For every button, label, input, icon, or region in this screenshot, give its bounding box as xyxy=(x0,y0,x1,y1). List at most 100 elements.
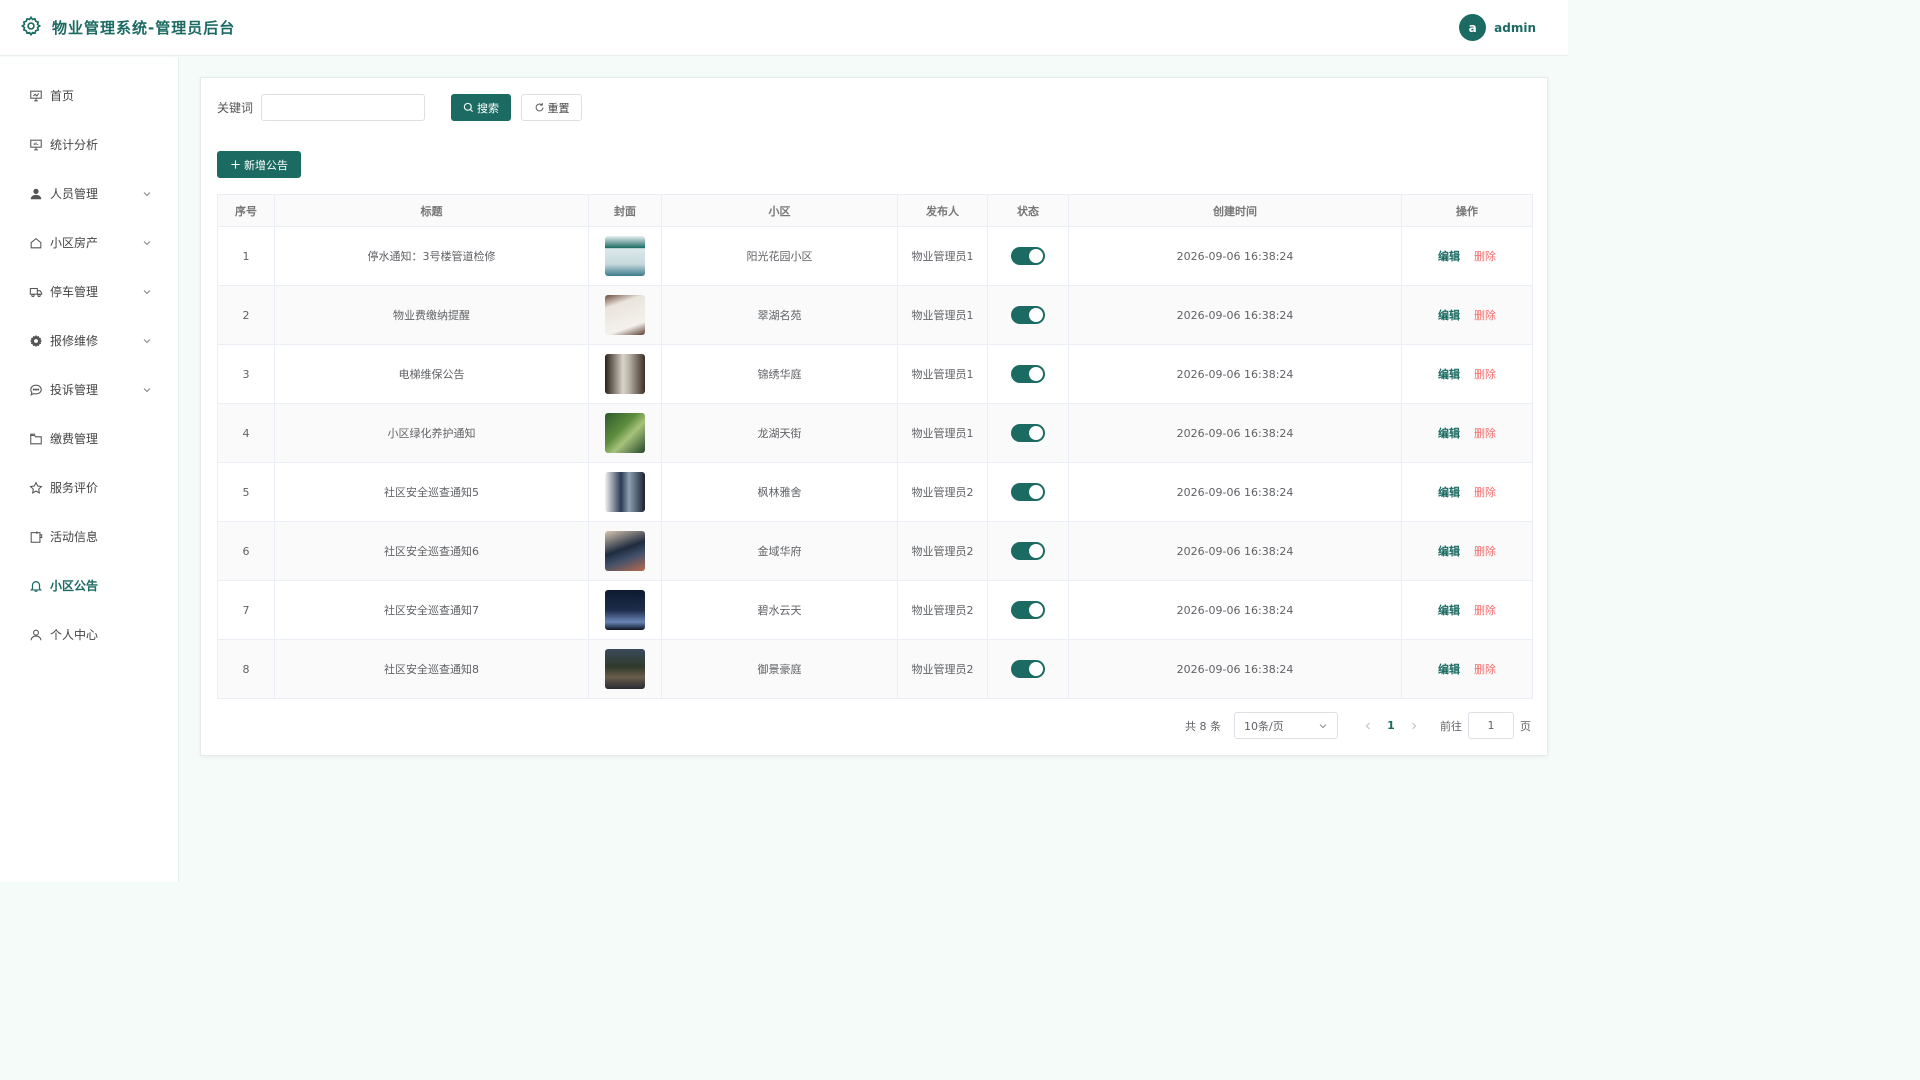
chat-icon xyxy=(29,383,43,397)
avatar[interactable]: a xyxy=(1459,14,1487,41)
row-index: 1 xyxy=(217,226,275,286)
sidebar-item-8[interactable]: 缴费管理 xyxy=(0,414,178,463)
status-toggle[interactable] xyxy=(1011,660,1045,678)
edit-button[interactable]: 编辑 xyxy=(1438,604,1460,617)
cover-cell xyxy=(588,285,662,345)
goto-page-input[interactable] xyxy=(1468,712,1514,739)
delete-button[interactable]: 删除 xyxy=(1474,427,1496,440)
column-header: 操作 xyxy=(1401,194,1533,227)
publisher-name: 物业管理员1 xyxy=(897,226,988,286)
status-cell xyxy=(987,639,1069,699)
status-toggle[interactable] xyxy=(1011,601,1045,619)
edit-button[interactable]: 编辑 xyxy=(1438,309,1460,322)
delete-button[interactable]: 删除 xyxy=(1474,486,1496,499)
edit-button[interactable]: 编辑 xyxy=(1438,663,1460,676)
created-time: 2026-09-06 16:38:24 xyxy=(1068,344,1402,404)
notice-title: 物业费缴纳提醒 xyxy=(274,285,589,345)
reset-button[interactable]: 重置 xyxy=(521,94,583,121)
sidebar-item-5[interactable]: 停车管理 xyxy=(0,267,178,316)
truck-icon xyxy=(29,285,43,299)
sidebar-item-label: 统计分析 xyxy=(50,138,99,152)
delete-button[interactable]: 删除 xyxy=(1474,663,1496,676)
page-unit-label: 页 xyxy=(1520,719,1531,733)
sidebar-item-label: 缴费管理 xyxy=(50,432,99,446)
edit-button[interactable]: 编辑 xyxy=(1438,427,1460,440)
cover-image[interactable] xyxy=(605,413,645,453)
sidebar-item-3[interactable]: 人员管理 xyxy=(0,169,178,218)
wallet-icon xyxy=(29,432,43,446)
user-menu[interactable]: a admin xyxy=(1459,14,1536,41)
delete-button[interactable]: 删除 xyxy=(1474,368,1496,381)
sidebar-item-6[interactable]: 报修维修 xyxy=(0,316,178,365)
table-row: 7 社区安全巡查通知7 碧水云天 物业管理员2 2026-09-06 16:38:24 编… xyxy=(217,580,1533,640)
cover-cell xyxy=(588,226,662,286)
community-name: 枫林雅舍 xyxy=(661,462,898,522)
sidebar-item-7[interactable]: 投诉管理 xyxy=(0,365,178,414)
cover-image[interactable] xyxy=(605,236,645,276)
keyword-input[interactable] xyxy=(261,94,426,121)
search-button[interactable]: 搜索 xyxy=(451,94,512,121)
page-number-current[interactable]: 1 xyxy=(1378,719,1404,732)
sidebar-item-12[interactable]: 个人中心 xyxy=(0,610,178,659)
edit-button[interactable]: 编辑 xyxy=(1438,545,1460,558)
status-toggle[interactable] xyxy=(1011,365,1045,383)
delete-button[interactable]: 删除 xyxy=(1474,309,1496,322)
sidebar-item-4[interactable]: 小区房产 xyxy=(0,218,178,267)
add-notice-label: 新增公告 xyxy=(244,158,288,172)
cover-image[interactable] xyxy=(605,531,645,571)
status-toggle[interactable] xyxy=(1011,306,1045,324)
publisher-name: 物业管理员1 xyxy=(897,285,988,345)
notice-title: 社区安全巡查通知7 xyxy=(274,580,589,640)
cover-image[interactable] xyxy=(605,354,645,394)
user-icon xyxy=(29,187,43,201)
sidebar-item-9[interactable]: 服务评价 xyxy=(0,463,178,512)
status-toggle[interactable] xyxy=(1011,542,1045,560)
row-index: 2 xyxy=(217,285,275,345)
cover-image[interactable] xyxy=(605,295,645,335)
next-page-button[interactable] xyxy=(1404,721,1424,731)
actions-cell: 编辑 删除 xyxy=(1401,344,1533,404)
cover-cell xyxy=(588,580,662,640)
username[interactable]: admin xyxy=(1494,21,1536,35)
page-size-select[interactable]: 10条/页 xyxy=(1234,712,1338,739)
delete-button[interactable]: 删除 xyxy=(1474,545,1496,558)
sidebar-item-label: 人员管理 xyxy=(50,187,99,201)
presentation-icon xyxy=(29,89,43,103)
cover-image[interactable] xyxy=(605,472,645,512)
sidebar-item-label: 首页 xyxy=(50,89,75,103)
sidebar-item-11[interactable]: 小区公告 xyxy=(0,561,178,610)
created-time: 2026-09-06 16:38:24 xyxy=(1068,462,1402,522)
page-size-value: 10条/页 xyxy=(1244,719,1284,733)
created-time: 2026-09-06 16:38:24 xyxy=(1068,639,1402,699)
cover-image[interactable] xyxy=(605,649,645,689)
created-time: 2026-09-06 16:38:24 xyxy=(1068,580,1402,640)
status-toggle[interactable] xyxy=(1011,483,1045,501)
edit-button[interactable]: 编辑 xyxy=(1438,250,1460,263)
add-notice-button[interactable]: 新增公告 xyxy=(217,151,301,178)
sidebar-item-label: 个人中心 xyxy=(50,628,99,642)
sidebar-item-label: 活动信息 xyxy=(50,530,99,544)
edit-button[interactable]: 编辑 xyxy=(1438,486,1460,499)
sidebar-item-label: 投诉管理 xyxy=(50,383,99,397)
edit-button[interactable]: 编辑 xyxy=(1438,368,1460,381)
chevron-down-icon xyxy=(142,238,152,248)
table-row: 3 电梯维保公告 锦绣华庭 物业管理员1 2026-09-06 16:38:24 编辑 删除 xyxy=(217,344,1533,404)
chevron-down-icon xyxy=(142,189,152,199)
delete-button[interactable]: 删除 xyxy=(1474,250,1496,263)
notice-title: 停水通知：3号楼管道检修 xyxy=(274,226,589,286)
cover-cell xyxy=(588,403,662,463)
delete-button[interactable]: 删除 xyxy=(1474,604,1496,617)
star-icon xyxy=(29,480,43,495)
publisher-name: 物业管理员1 xyxy=(897,344,988,404)
sidebar-item-10[interactable]: 活动信息 xyxy=(0,512,178,561)
status-toggle[interactable] xyxy=(1011,424,1045,442)
row-index: 3 xyxy=(217,344,275,404)
cover-image[interactable] xyxy=(605,590,645,630)
sidebar-item-2[interactable]: 统计分析 xyxy=(0,120,178,169)
sidebar-item-1[interactable]: 首页 xyxy=(0,71,178,120)
gear-icon xyxy=(29,334,43,348)
status-toggle[interactable] xyxy=(1011,247,1045,265)
prev-page-button[interactable] xyxy=(1358,721,1378,731)
table-row: 8 社区安全巡查通知8 御景豪庭 物业管理员2 2026-09-06 16:38:24 编… xyxy=(217,639,1533,699)
notice-title: 社区安全巡查通知8 xyxy=(274,639,589,699)
